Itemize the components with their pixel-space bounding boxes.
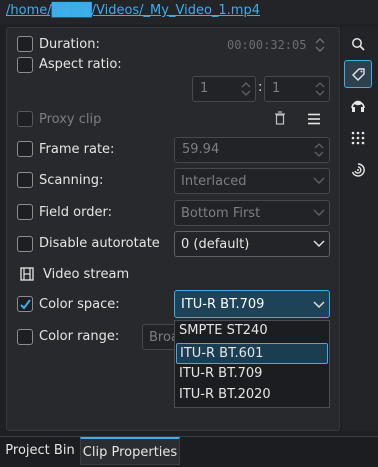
trash-icon[interactable]: [273, 111, 287, 127]
frame-rate-label: Frame rate:: [39, 142, 115, 157]
video-stream-heading: Video stream: [43, 267, 130, 282]
search-icon: [352, 38, 365, 51]
field-order-label: Field order:: [39, 205, 112, 220]
tab-project-bin[interactable]: Project Bin: [1, 437, 79, 465]
aspect-ratio-checkbox[interactable]: [17, 57, 33, 73]
grid-icon: [351, 131, 365, 145]
color-space-option[interactable]: ITU-R BT.709: [175, 364, 329, 385]
disable-autorotate-checkbox[interactable]: [17, 236, 33, 252]
fingerprint-icon: [351, 163, 365, 177]
color-space-checkbox[interactable]: [17, 296, 33, 312]
scanning-label: Scanning:: [39, 173, 104, 188]
spin-arrows-icon: [315, 82, 325, 96]
tab-clip-properties[interactable]: Clip Properties: [80, 437, 180, 465]
checkmark-icon: [20, 299, 31, 310]
proxy-clip-label: Proxy clip: [39, 112, 102, 127]
color-space-value: ITU-R BT.709: [181, 297, 265, 312]
scanning-checkbox[interactable]: [17, 172, 33, 188]
autorotate-combobox[interactable]: 0 (default): [174, 231, 330, 257]
audio-button[interactable]: [344, 92, 372, 120]
color-space-option-highlighted[interactable]: ITU-R BT.601: [176, 343, 328, 364]
field-order-combobox[interactable]: Bottom First: [174, 200, 330, 226]
color-space-dropdown: SMPTE ST240 ITU-R BT.601 ITU-R BT.709 IT…: [174, 320, 330, 408]
file-path-link[interactable]: /home/████/Videos/_My_Video_1.mp4: [6, 3, 260, 18]
aspect-ratio-label: Aspect ratio:: [39, 57, 122, 72]
chevron-down-icon: [313, 240, 325, 247]
menu-icon[interactable]: [307, 112, 321, 126]
search-button[interactable]: [344, 30, 372, 58]
color-range-value: Broa: [149, 330, 176, 345]
chevron-down-icon: [313, 177, 325, 184]
color-space-option[interactable]: ITU-R BT.2020: [175, 385, 329, 406]
duration-label: Duration:: [39, 37, 100, 52]
spin-arrows-icon: [241, 82, 251, 96]
field-order-value: Bottom First: [181, 206, 261, 221]
color-range-label: Color range:: [39, 329, 120, 344]
color-space-label: Color space:: [39, 297, 120, 312]
frame-rate-value: 59.94: [182, 142, 220, 157]
duration-checkbox[interactable]: [17, 36, 33, 52]
scanning-combobox[interactable]: Interlaced: [174, 168, 330, 194]
frame-rate-spinbox[interactable]: 59.94: [174, 137, 330, 163]
color-space-combobox[interactable]: ITU-R BT.709: [174, 290, 330, 318]
aspect-ratio-denominator-spinbox[interactable]: 1: [264, 76, 330, 102]
disable-autorotate-label: Disable autorotate: [39, 236, 160, 251]
scanning-value: Interlaced: [181, 174, 247, 189]
color-space-option[interactable]: SMPTE ST240: [175, 321, 329, 342]
autorotate-value: 0 (default): [181, 237, 250, 252]
tag-icon: [352, 68, 365, 81]
color-range-combobox[interactable]: Broa: [142, 324, 176, 350]
chevron-down-icon: [313, 209, 325, 216]
aspect-ratio-denominator: 1: [272, 81, 281, 96]
properties-button[interactable]: [344, 60, 372, 88]
aspect-ratio-numerator-spinbox[interactable]: 1: [192, 76, 256, 102]
fingerprint-button[interactable]: [344, 156, 372, 184]
color-range-checkbox[interactable]: [17, 329, 33, 345]
spin-arrows-icon: [314, 143, 324, 157]
grid-button[interactable]: [344, 124, 372, 152]
frame-rate-checkbox[interactable]: [17, 141, 33, 157]
aspect-ratio-separator: :: [258, 80, 263, 95]
chevron-down-icon: [313, 301, 325, 308]
audio-icon: [351, 100, 365, 112]
field-order-checkbox[interactable]: [17, 204, 33, 220]
duration-value[interactable]: 00:00:32:05: [227, 38, 306, 52]
proxy-clip-checkbox[interactable]: [17, 111, 33, 127]
aspect-ratio-numerator: 1: [200, 81, 209, 96]
duration-spin-arrows[interactable]: [313, 35, 327, 55]
film-icon: [20, 267, 34, 281]
